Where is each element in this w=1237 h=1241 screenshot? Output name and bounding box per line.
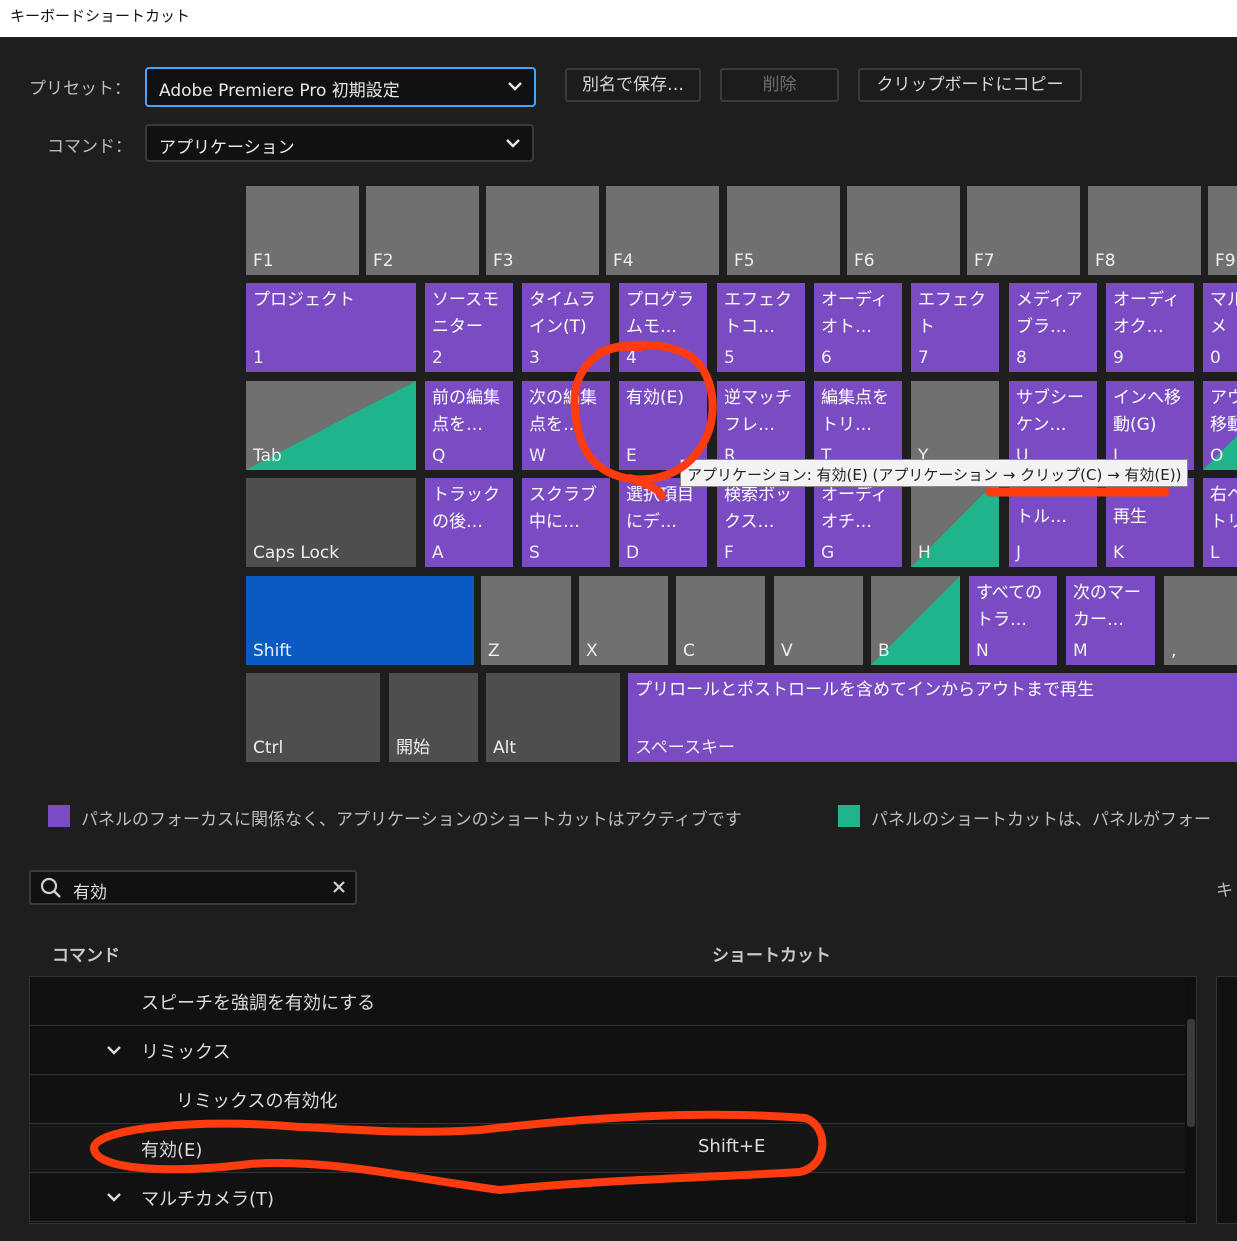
key-0[interactable]: マルメ 0 xyxy=(1203,283,1237,372)
key-8[interactable]: メディアブラ… 8 xyxy=(1009,283,1097,372)
key-comma[interactable]: , xyxy=(1164,576,1237,665)
key-f8[interactable]: F8 xyxy=(1088,186,1201,275)
key-f6[interactable]: F6 xyxy=(847,186,960,275)
legend-application-text: パネルのフォーカスに関係なく、アプリケーションのショートカットはアクティブです xyxy=(81,810,742,830)
row-label: スピーチを強調を有効にする xyxy=(141,993,376,1014)
key-shift[interactable]: Shift xyxy=(246,576,474,665)
key-c[interactable]: C xyxy=(676,576,765,665)
key-f[interactable]: 検索ボックス… F xyxy=(717,478,805,567)
key-1[interactable]: プロジェクト 1 xyxy=(246,283,416,372)
key-e[interactable]: 有効(E) E xyxy=(619,381,707,470)
chevron-down-icon xyxy=(506,77,524,100)
search-icon xyxy=(40,877,62,903)
clear-search-icon[interactable] xyxy=(331,879,347,899)
row-shortcut[interactable]: Shift+E xyxy=(698,1136,765,1157)
key-u[interactable]: サブシーケン… U xyxy=(1009,381,1097,470)
search-input[interactable]: 有効 xyxy=(73,878,107,903)
row-label: リミックス xyxy=(141,1042,231,1063)
key-h[interactable]: H xyxy=(911,478,999,567)
key-z[interactable]: Z xyxy=(481,576,571,665)
save-as-button[interactable]: 別名で保存… xyxy=(565,68,701,102)
key-y[interactable]: Y xyxy=(911,381,999,470)
key-ctrl[interactable]: Ctrl xyxy=(246,673,380,762)
key-d[interactable]: 選択項目にデ… D xyxy=(619,478,707,567)
key-9[interactable]: オーディオク… 9 xyxy=(1106,283,1194,372)
table-scrollbar-thumb[interactable] xyxy=(1187,1019,1195,1127)
column-header-command[interactable]: コマンド xyxy=(52,941,120,966)
key-start[interactable]: 開始 xyxy=(389,673,478,762)
key-j[interactable]: トル… J xyxy=(1009,478,1097,567)
key-5[interactable]: エフェクトコ… 5 xyxy=(717,283,805,372)
row-label: マルチカメラ(T) xyxy=(141,1189,275,1210)
key-space[interactable]: プリロールとポストロールを含めてインからアウトまで再生 スペースキー xyxy=(628,673,1237,762)
chevron-down-icon[interactable] xyxy=(105,1041,123,1064)
key-s[interactable]: スクラブ中に… S xyxy=(522,478,610,567)
key-a[interactable]: トラックの後… A xyxy=(425,478,513,567)
legend-swatch-application xyxy=(48,805,70,827)
row-label: リミックスの有効化 xyxy=(176,1091,338,1112)
preset-value: Adobe Premiere Pro 初期設定 xyxy=(159,81,400,101)
command-dropdown[interactable]: アプリケーション xyxy=(145,124,534,162)
key-t[interactable]: 編集点をトリ… T xyxy=(814,381,902,470)
window-title: キーボードショートカット xyxy=(10,7,191,25)
table-row[interactable]: 有効(E) Shift+E xyxy=(30,1124,1185,1173)
key-k[interactable]: 再生 K xyxy=(1106,478,1194,567)
key-f4[interactable]: F4 xyxy=(606,186,719,275)
command-value: アプリケーション xyxy=(159,138,295,158)
key-m[interactable]: 次のマーカー… M xyxy=(1066,576,1155,665)
key-f2[interactable]: F2 xyxy=(366,186,479,275)
key-f5[interactable]: F5 xyxy=(727,186,840,275)
right-panel-label: キ xyxy=(1216,881,1233,901)
key-o[interactable]: アウ移動 O xyxy=(1203,381,1237,470)
delete-button[interactable]: 削除 xyxy=(720,68,839,102)
legend-swatch-panel xyxy=(838,805,860,827)
command-label: コマンド： xyxy=(47,137,132,157)
preset-dropdown[interactable]: Adobe Premiere Pro 初期設定 xyxy=(145,67,536,107)
key-v[interactable]: V xyxy=(774,576,863,665)
key-i[interactable]: インへ移動(G) I xyxy=(1106,381,1194,470)
key-r[interactable]: 逆マッチフレ… R xyxy=(717,381,805,470)
key-b[interactable]: B xyxy=(871,576,960,665)
key-f7[interactable]: F7 xyxy=(967,186,1080,275)
search-field[interactable]: 有効 xyxy=(29,870,357,905)
legend-panel-text: パネルのショートカットは、パネルがフォー xyxy=(871,810,1211,830)
key-7[interactable]: エフェクト 7 xyxy=(911,283,999,372)
key-x[interactable]: X xyxy=(579,576,668,665)
table-row[interactable]: リミックスの有効化 xyxy=(30,1075,1185,1124)
column-header-shortcut[interactable]: ショートカット xyxy=(712,941,831,966)
command-table: スピーチを強調を有効にする リミックス リミックスの有効化 有効(E) Shif… xyxy=(29,976,1197,1224)
row-label: 有効(E) xyxy=(141,1140,203,1161)
key-f9[interactable]: F9 xyxy=(1208,186,1237,275)
key-6[interactable]: オーディオト… 6 xyxy=(814,283,902,372)
chevron-down-icon xyxy=(504,134,522,157)
key-alt[interactable]: Alt xyxy=(486,673,620,762)
key-g[interactable]: オーディオチ… G xyxy=(814,478,902,567)
chevron-down-icon[interactable] xyxy=(105,1188,123,1211)
table-row[interactable]: マルチカメラ(T) xyxy=(30,1173,1185,1222)
table-row[interactable]: リミックス xyxy=(30,1026,1185,1075)
key-w[interactable]: 次の編集点を… W xyxy=(522,381,610,470)
table-row[interactable]: スピーチを強調を有効にする xyxy=(30,977,1185,1026)
key-3[interactable]: タイムライン(T) 3 xyxy=(522,283,610,372)
key-tooltip: アプリケーション: 有効(E) (アプリケーション → クリップ(C) → 有効… xyxy=(680,459,1189,487)
key-tab[interactable]: Tab xyxy=(246,381,416,470)
key-f3[interactable]: F3 xyxy=(486,186,599,275)
preset-label: プリセット： xyxy=(29,79,131,99)
right-panel xyxy=(1216,976,1237,1224)
key-q[interactable]: 前の編集点を… Q xyxy=(425,381,513,470)
key-l[interactable]: 右へトリ L xyxy=(1203,478,1237,567)
key-4[interactable]: プログラムモ… 4 xyxy=(619,283,707,372)
window-titlebar: キーボードショートカット xyxy=(0,0,1237,37)
key-caps-lock[interactable]: Caps Lock xyxy=(246,478,416,567)
copy-to-clipboard-button[interactable]: クリップボードにコピー xyxy=(858,68,1082,102)
key-2[interactable]: ソースモニター 2 xyxy=(425,283,513,372)
key-n[interactable]: すべてのトラ… N xyxy=(969,576,1057,665)
key-f1[interactable]: F1 xyxy=(246,186,359,275)
